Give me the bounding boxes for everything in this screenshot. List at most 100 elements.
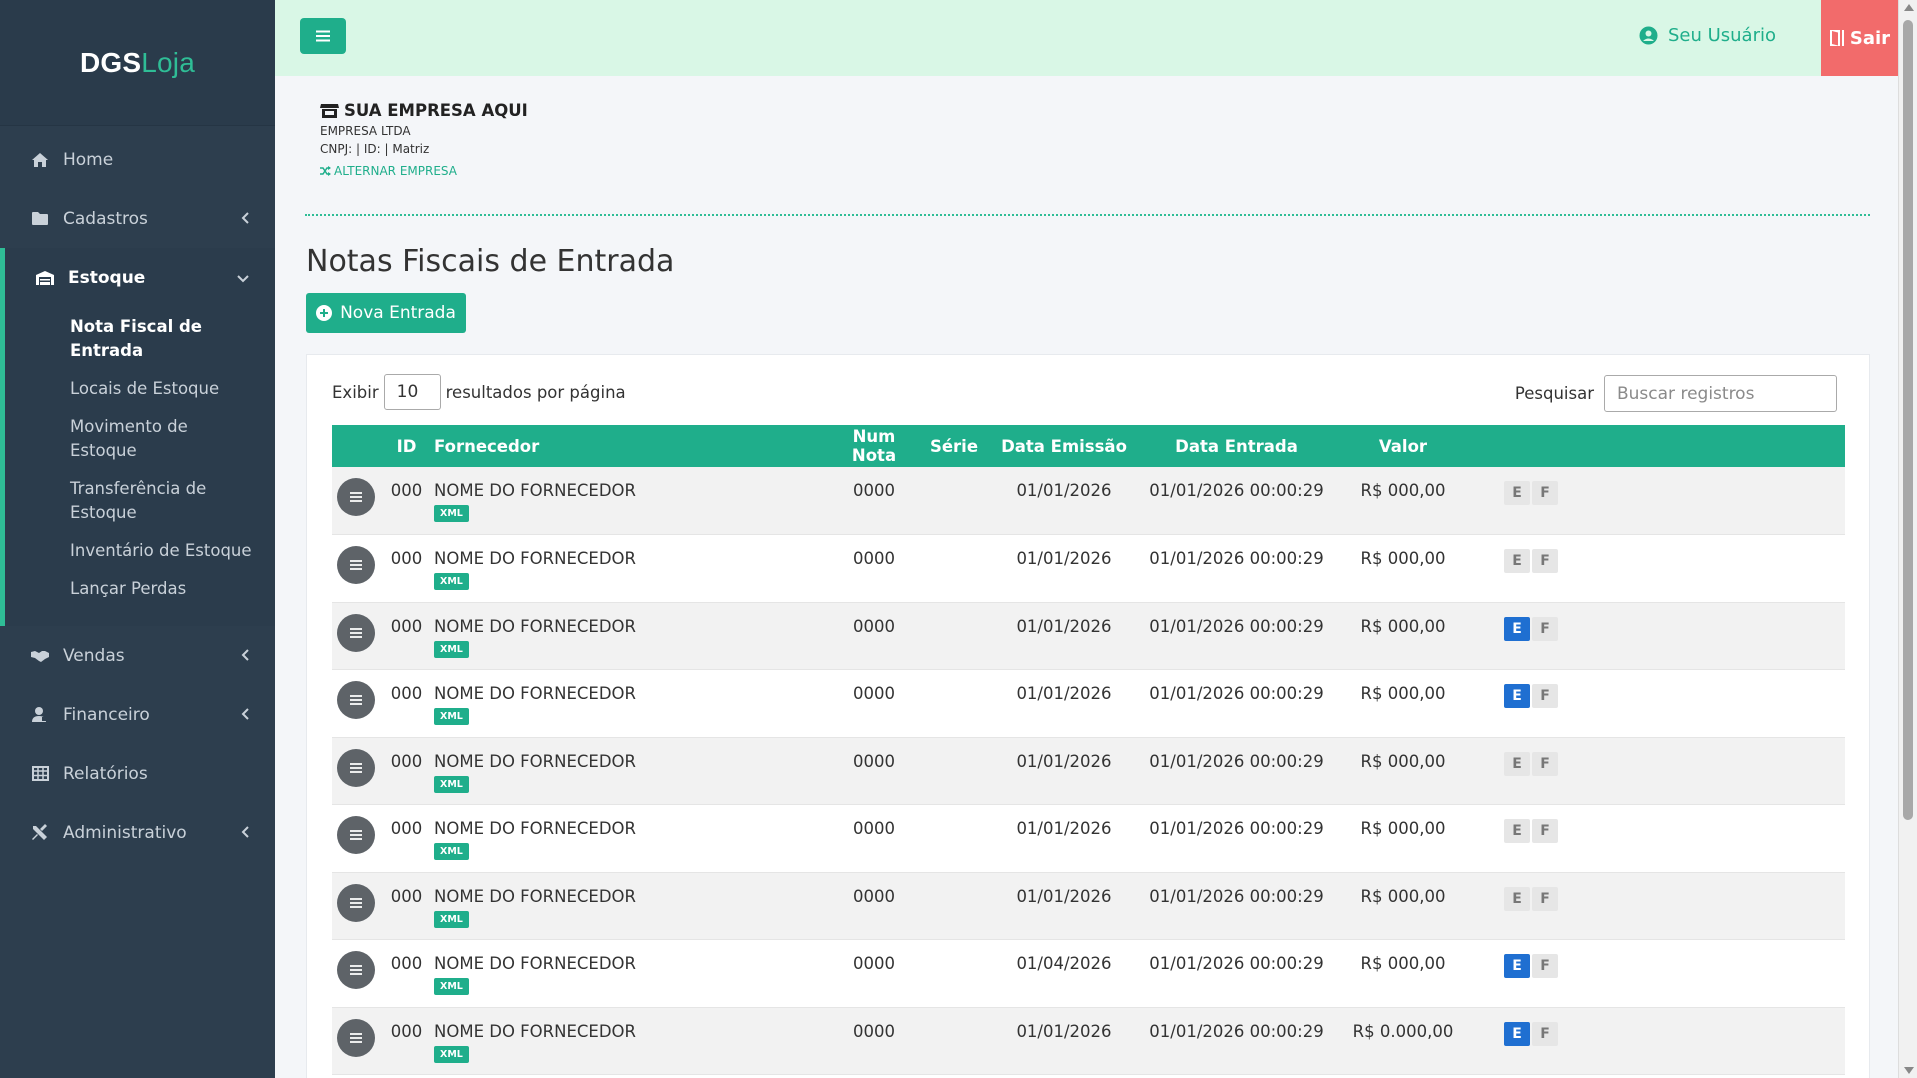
sidebar-item-home[interactable]: Home (0, 130, 275, 189)
page-length-show-label: Exibir (332, 382, 379, 402)
sidebar-item-financeiro[interactable]: Financeiro (0, 685, 275, 744)
cell-num-nota: 0000 (853, 684, 895, 703)
cell-data-emissao: 01/01/2026 (1016, 1021, 1112, 1041)
row-menu-cell (332, 467, 379, 535)
sidebar-item-estoque[interactable]: Estoque (5, 248, 275, 308)
sidebar-subitem-locais-estoque[interactable]: Locais de Estoque (5, 370, 275, 408)
list-icon (349, 492, 362, 502)
row-menu-button[interactable] (336, 613, 375, 652)
page-length-control: Exibir 10 resultados por página (332, 374, 626, 410)
door-exit-icon (1829, 30, 1844, 46)
page-scrollbar[interactable] (1898, 0, 1917, 1078)
user-menu[interactable]: Seu Usuário (1639, 25, 1776, 46)
row-menu-cell (332, 805, 379, 873)
entry-flag-f-button[interactable]: F (1532, 886, 1558, 911)
row-menu-button[interactable] (336, 546, 375, 584)
cell-id: 000 (390, 751, 423, 771)
entry-flag-f-button[interactable]: F (1532, 684, 1558, 708)
row-menu-button[interactable] (336, 951, 375, 989)
column-header-fornecedor[interactable]: Fornecedor (434, 425, 834, 467)
supplier-name: NOME DO FORNECEDOR (434, 481, 636, 500)
entry-flag-e-button[interactable]: E (1504, 751, 1530, 776)
column-header-data-entrada[interactable]: Data Entrada (1134, 425, 1339, 467)
cell-data-emissao: 01/01/2026 (1016, 819, 1112, 838)
sidebar-item-label: Financeiro (63, 704, 150, 725)
entry-flag-f-button[interactable]: F (1532, 549, 1558, 573)
entry-flag-e-button[interactable]: E (1504, 819, 1530, 843)
cell-serie (914, 467, 994, 535)
row-menu-cell (332, 737, 379, 805)
table-row[interactable]: 000 NOME DO FORNECEDOR XML 0000 01/01/2026 01… (332, 467, 1845, 535)
sidebar-item-cadastros[interactable]: Cadastros (0, 189, 275, 248)
sidebar-subitem-transferencia-estoque[interactable]: Transferência de Estoque (5, 470, 275, 532)
brand-logo[interactable]: DGS Loja (0, 0, 275, 126)
table-row[interactable]: 000 NOME DO FORNECEDOR XML 0000 01/01/2026 01… (332, 737, 1845, 805)
entry-flag-f-button[interactable]: F (1532, 1021, 1558, 1046)
row-menu-button[interactable] (336, 478, 375, 516)
table-row[interactable]: 000 NOME DO FORNECEDOR XML 0000 01/01/2026 01… (332, 872, 1845, 940)
search-input[interactable] (1604, 375, 1837, 412)
sidebar-subitem-nota-fiscal-entrada[interactable]: Nota Fiscal de Entrada (5, 308, 275, 370)
table-row[interactable]: 000 NOME DO FORNECEDOR XML 0000 01/01/2026 01… (332, 669, 1845, 737)
plus-circle-icon (316, 305, 333, 321)
table-body: 000 NOME DO FORNECEDOR XML 0000 01/01/2026 01… (332, 467, 1845, 1075)
shuffle-icon (320, 166, 331, 176)
section-divider (305, 214, 1870, 216)
scroll-down-icon[interactable] (1904, 1067, 1914, 1074)
sidebar-subitem-movimento-estoque[interactable]: Movimento de Estoque (5, 408, 275, 470)
column-header-valor[interactable]: Valor (1339, 425, 1467, 467)
sidebar-subitem-lancar-perdas[interactable]: Lançar Perdas (5, 570, 275, 608)
scrollbar-thumb[interactable] (1903, 20, 1913, 820)
entry-flag-e-button[interactable]: E (1504, 1021, 1530, 1046)
column-header-serie[interactable]: Série (914, 425, 994, 467)
entry-flag-e-button[interactable]: E (1504, 481, 1530, 505)
entry-flag-f-button[interactable]: F (1532, 616, 1558, 641)
menu-toggle-button[interactable] (300, 18, 346, 54)
row-menu-button[interactable] (336, 883, 375, 922)
sidebar-item-administrativo[interactable]: Administrativo (0, 803, 275, 862)
entry-flag-f-button[interactable]: F (1532, 751, 1558, 776)
entry-flag-e-button[interactable]: E (1504, 616, 1530, 641)
cell-num-nota: 0000 (853, 886, 895, 906)
column-header-data-emissao[interactable]: Data Emissão (994, 425, 1134, 467)
table-row[interactable]: 000 NOME DO FORNECEDOR XML 0000 01/04/2026 01… (332, 939, 1845, 1008)
cell-num-nota: 0000 (853, 549, 895, 568)
sidebar-subitem-inventario-estoque[interactable]: Inventário de Estoque (5, 532, 275, 570)
brand-part-1: DGS (79, 46, 142, 78)
page-length-select[interactable]: 10 (383, 374, 441, 410)
cell-valor: R$ 000,00 (1360, 481, 1446, 500)
table-row[interactable]: 000 NOME DO FORNECEDOR XML 0000 01/01/2026 01… (332, 602, 1845, 670)
row-menu-button[interactable] (336, 681, 375, 719)
logout-button[interactable]: Sair (1821, 0, 1898, 76)
entry-flag-e-button[interactable]: E (1504, 549, 1530, 573)
cell-num-nota: 0000 (853, 819, 895, 838)
entry-flag-f-button[interactable]: F (1532, 819, 1558, 843)
new-entry-button[interactable]: Nova Entrada (306, 293, 466, 333)
sidebar-item-label: Home (63, 149, 114, 170)
column-header-id[interactable]: ID (379, 425, 434, 467)
table-row[interactable]: 000 NOME DO FORNECEDOR XML 0000 01/01/2026 01… (332, 534, 1845, 602)
cell-serie (914, 602, 994, 670)
cell-id: 000 (390, 684, 423, 703)
list-icon (349, 830, 362, 840)
entry-flag-f-button[interactable]: F (1532, 481, 1558, 505)
sidebar-item-relatorios[interactable]: Relatórios (0, 744, 275, 803)
entry-flag-e-button[interactable]: E (1504, 886, 1530, 911)
row-menu-cell (332, 940, 379, 1008)
sidebar-item-label: Relatórios (63, 763, 148, 784)
table-row[interactable]: 000 NOME DO FORNECEDOR XML 0000 01/01/2026 01… (332, 1007, 1845, 1075)
switch-company-link[interactable]: ALTERNAR EMPRESA (320, 164, 528, 178)
scroll-up-icon[interactable] (1904, 4, 1914, 11)
row-menu-button[interactable] (336, 816, 375, 854)
entry-flag-e-button[interactable]: E (1504, 684, 1530, 708)
row-menu-button[interactable] (336, 748, 375, 787)
row-menu-button[interactable] (336, 1018, 375, 1057)
supplier-name: NOME DO FORNECEDOR (434, 549, 636, 568)
entry-flag-e-button[interactable]: E (1504, 954, 1530, 978)
cell-data-emissao: 01/01/2026 (1016, 481, 1112, 500)
entry-flag-f-button[interactable]: F (1532, 954, 1558, 978)
xml-badge: XML (434, 573, 469, 590)
sidebar-item-vendas[interactable]: Vendas (0, 626, 275, 685)
column-header-num-nota[interactable]: Num Nota (834, 425, 914, 467)
table-row[interactable]: 000 NOME DO FORNECEDOR XML 0000 01/01/2026 01… (332, 804, 1845, 873)
